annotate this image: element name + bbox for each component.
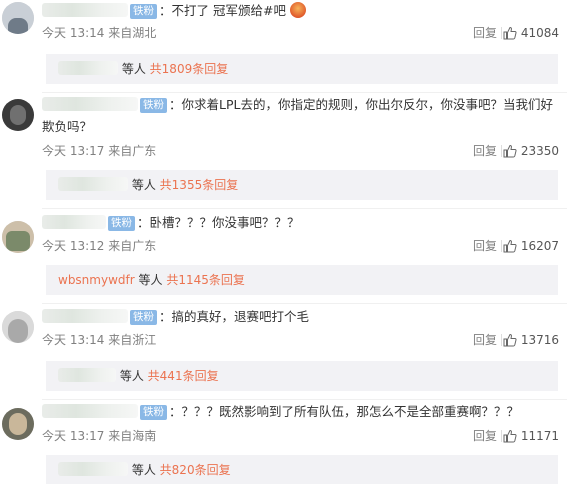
thumbs-up-icon	[503, 333, 517, 347]
avatar[interactable]	[2, 221, 34, 253]
comment-meta: 今天 13:14 来自浙江 回复 13716	[42, 331, 559, 349]
sub-replies-suffix: 等人	[138, 273, 163, 287]
fan-badge: 铁粉	[140, 98, 167, 113]
like-button[interactable]: 23350	[503, 142, 559, 160]
reply-button[interactable]: 回复	[473, 24, 497, 42]
like-count: 13716	[520, 333, 559, 347]
sub-username-blurred	[58, 368, 116, 382]
like-button[interactable]: 11171	[503, 427, 559, 445]
comment-text-line: 铁粉 ：搞的真好，退赛吧打个毛	[42, 306, 559, 328]
sub-replies-count: 共1145条回复	[166, 273, 245, 287]
sub-replies-count: 共820条回复	[159, 463, 231, 477]
comment-text: ？？？既然影响到了所有队伍，那怎么不是全部重赛啊？？？	[181, 404, 520, 419]
avatar[interactable]	[2, 2, 34, 34]
colon: ：	[159, 309, 172, 324]
sub-username-blurred	[58, 462, 128, 476]
sub-replies-suffix: 等人	[119, 369, 144, 383]
like-count: 23350	[520, 144, 559, 158]
username-blurred[interactable]	[42, 215, 106, 229]
comment-meta: 今天 13:14 来自湖北 回复 41084	[42, 24, 559, 42]
sub-replies-link[interactable]: 等人 共1809条回复	[46, 54, 558, 84]
like-button[interactable]: 13716	[503, 331, 559, 349]
comment-text: 不打了 冠军颁给#	[171, 3, 274, 18]
divider	[42, 399, 567, 400]
thumbs-up-icon	[503, 26, 517, 40]
username-blurred[interactable]	[42, 3, 128, 17]
divider	[42, 208, 567, 209]
comment-time: 今天 13:14 来自湖北	[42, 26, 157, 40]
thumbs-up-icon	[503, 429, 517, 443]
comment-meta: 今天 13:17 来自广东 回复 23350	[42, 142, 559, 160]
comment-text: 搞的真好，退赛吧打个毛	[171, 309, 310, 324]
thumbs-up-icon	[503, 144, 517, 158]
reply-button[interactable]: 回复	[473, 427, 497, 445]
fan-badge: 铁粉	[140, 405, 167, 420]
fan-badge: 铁粉	[108, 216, 135, 231]
comment-time: 今天 13:14 来自浙江	[42, 333, 157, 347]
reply-button[interactable]: 回复	[473, 142, 497, 160]
divider	[501, 240, 502, 252]
divider	[501, 334, 502, 346]
divider	[42, 303, 567, 304]
sub-replies-link[interactable]: 等人 共1355条回复	[46, 170, 558, 200]
colon: ：	[137, 215, 150, 230]
comment-text-line: 铁粉 ：卧槽？？？你没事吧？？？	[42, 212, 559, 234]
comment-text-tail: 吧	[273, 3, 286, 18]
divider	[501, 145, 502, 157]
thumbs-up-icon	[503, 239, 517, 253]
avatar[interactable]	[2, 99, 34, 131]
sub-replies-suffix: 等人	[131, 463, 156, 477]
sub-replies-link[interactable]: wbsnmywdfr 等人 共1145条回复	[46, 265, 558, 295]
colon: ：	[169, 97, 182, 112]
fan-badge: 铁粉	[130, 310, 157, 325]
like-button[interactable]: 41084	[503, 24, 559, 42]
comment-meta: 今天 13:17 来自海南 回复 11171	[42, 427, 559, 445]
reply-button[interactable]: 回复	[473, 331, 497, 349]
sub-replies-count: 共1355条回复	[159, 178, 239, 192]
like-button[interactable]: 16207	[503, 237, 559, 255]
comment-text-line: 铁粉 ：你求着LPL去的，你指定的规则，你出尔反尔，你没事吧？当我们好欺负吗？	[42, 93, 559, 138]
emoji-icon	[289, 2, 306, 18]
comment-text-line: 铁粉 ：？？？既然影响到了所有队伍，那怎么不是全部重赛啊？？？	[42, 401, 559, 423]
reply-button[interactable]: 回复	[473, 237, 497, 255]
colon: ：	[159, 3, 172, 18]
like-count: 16207	[520, 239, 559, 253]
fan-badge: 铁粉	[130, 4, 157, 19]
username-blurred[interactable]	[42, 404, 138, 418]
sub-replies-count: 共1809条回复	[149, 62, 229, 76]
avatar[interactable]	[2, 408, 34, 440]
sub-replies-count: 共441条回复	[147, 369, 219, 383]
comment-meta: 今天 13:12 来自广东 回复 16207	[42, 237, 559, 255]
like-count: 41084	[520, 26, 559, 40]
username-blurred[interactable]	[42, 97, 138, 111]
comment-text: 卧槽？？？你没事吧？？？	[149, 215, 300, 230]
sub-replies-link[interactable]: 等人 共441条回复	[46, 361, 558, 391]
sub-username[interactable]: wbsnmywdfr	[58, 273, 135, 287]
like-count: 11171	[520, 429, 559, 443]
divider	[501, 27, 502, 39]
colon: ：	[169, 404, 182, 419]
comment-time: 今天 13:17 来自海南	[42, 429, 157, 443]
sub-replies-link[interactable]: 等人 共820条回复	[46, 455, 558, 484]
sub-username-blurred	[58, 177, 128, 191]
comment-time: 今天 13:17 来自广东	[42, 144, 157, 158]
divider	[501, 430, 502, 442]
comment-time: 今天 13:12 来自广东	[42, 239, 157, 253]
sub-username-blurred	[58, 61, 118, 75]
comment-text-line: 铁粉 ：不打了 冠军颁给#吧	[42, 0, 559, 22]
username-blurred[interactable]	[42, 309, 128, 323]
sub-replies-suffix: 等人	[131, 178, 156, 192]
avatar[interactable]	[2, 311, 34, 343]
sub-replies-suffix: 等人	[121, 62, 146, 76]
